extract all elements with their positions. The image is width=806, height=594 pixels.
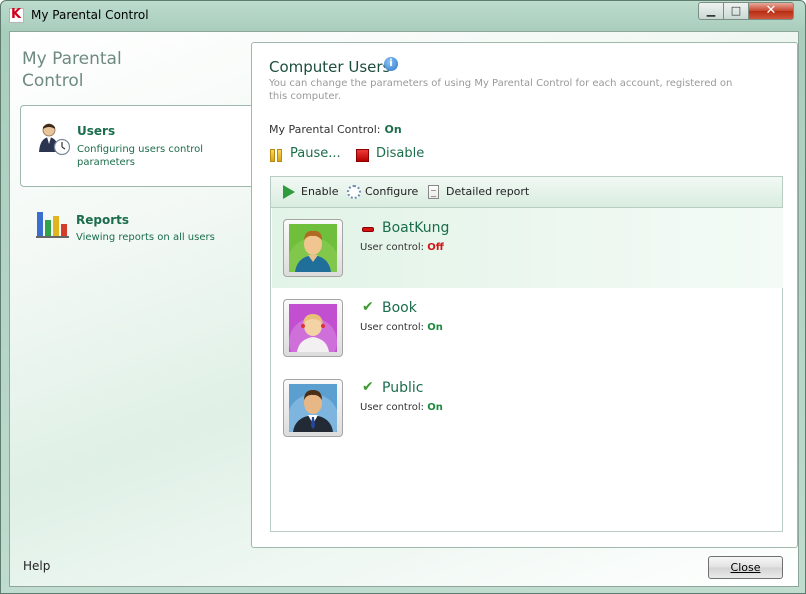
boy-avatar bbox=[289, 224, 337, 272]
maximize-button[interactable]: □ bbox=[723, 2, 749, 20]
pause-button[interactable]: Pause... bbox=[270, 146, 341, 162]
check-icon: ✔ bbox=[362, 379, 374, 395]
stop-icon bbox=[356, 149, 369, 162]
enable-button[interactable]: Enable bbox=[283, 185, 339, 199]
disable-label: Disable bbox=[376, 146, 425, 161]
minus-icon bbox=[362, 227, 374, 232]
user-row-boatkung[interactable]: BoatKung User control: Off bbox=[272, 208, 783, 288]
play-icon bbox=[283, 185, 295, 199]
businessman-avatar bbox=[289, 384, 337, 432]
users-toolbar: Enable Configure Detailed report bbox=[271, 177, 782, 208]
avatar-frame bbox=[283, 379, 343, 437]
sidebar-item-description: Configuring users control parameters bbox=[77, 144, 204, 168]
close-button[interactable]: Close bbox=[708, 556, 783, 579]
disable-button[interactable]: Disable bbox=[356, 146, 425, 162]
girl-avatar bbox=[289, 304, 337, 352]
user-control-status: User control: Off bbox=[360, 242, 444, 253]
status-value: On bbox=[384, 123, 402, 136]
maximize-icon: □ bbox=[730, 4, 742, 17]
page-title: Computer Users bbox=[269, 58, 391, 76]
sidebar-item-description: Viewing reports on all users bbox=[76, 232, 215, 243]
info-icon[interactable]: i bbox=[384, 57, 398, 71]
configure-label: Configure bbox=[365, 185, 419, 198]
detailed-report-label: Detailed report bbox=[446, 185, 530, 198]
user-clock-icon bbox=[39, 123, 71, 156]
pause-icon bbox=[270, 149, 283, 162]
minimize-button[interactable]: ▁ bbox=[698, 2, 724, 20]
document-icon bbox=[428, 185, 439, 199]
kaspersky-logo-icon: K bbox=[9, 7, 24, 23]
title-bar[interactable]: K My Parental Control ▁ □ ✕ bbox=[1, 1, 805, 31]
help-link[interactable]: Help bbox=[23, 559, 50, 573]
bar-chart-icon bbox=[36, 212, 69, 238]
status-label: My Parental Control: bbox=[269, 123, 381, 136]
pause-label: Pause... bbox=[290, 146, 341, 161]
user-name: Book bbox=[382, 300, 417, 316]
user-control-status: User control: On bbox=[360, 402, 443, 413]
close-window-button[interactable]: ✕ bbox=[748, 2, 794, 20]
user-control-status: User control: On bbox=[360, 322, 443, 333]
avatar-frame bbox=[283, 219, 343, 277]
detailed-report-button[interactable]: Detailed report bbox=[428, 185, 530, 199]
check-icon: ✔ bbox=[362, 299, 374, 315]
sidebar-item-users[interactable]: Users Configuring users control paramete… bbox=[20, 105, 252, 187]
users-list-panel: Enable Configure Detailed report BoatKun… bbox=[270, 176, 783, 532]
sidebar-item-label: Reports bbox=[76, 213, 130, 227]
sidebar-item-reports[interactable]: Reports Viewing reports on all users bbox=[20, 196, 252, 256]
parental-control-status: My Parental Control: On bbox=[269, 123, 402, 136]
sidebar-title: My Parental Control bbox=[22, 49, 122, 91]
avatar-frame bbox=[283, 299, 343, 357]
user-row-book[interactable]: ✔ Book User control: On bbox=[272, 288, 783, 368]
close-icon: ✕ bbox=[765, 3, 777, 18]
window-title: My Parental Control bbox=[31, 8, 149, 22]
sidebar-item-label: Users bbox=[77, 124, 116, 138]
page-subtitle: You can change the parameters of using M… bbox=[269, 78, 733, 102]
minimize-icon: ▁ bbox=[706, 4, 716, 17]
configure-button[interactable]: Configure bbox=[347, 185, 419, 199]
enable-label: Enable bbox=[301, 185, 339, 198]
user-name: Public bbox=[382, 380, 424, 396]
user-row-public[interactable]: ✔ Public User control: On bbox=[272, 368, 783, 448]
user-name: BoatKung bbox=[382, 220, 450, 236]
gear-icon bbox=[347, 185, 361, 199]
